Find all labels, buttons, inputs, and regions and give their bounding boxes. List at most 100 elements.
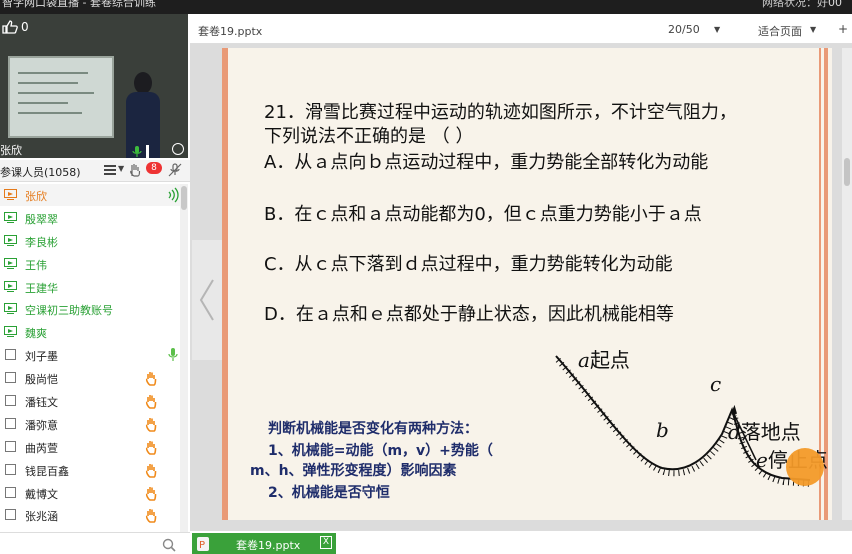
more-icon[interactable]: +: [838, 22, 848, 36]
raised-hand-icon[interactable]: [144, 416, 158, 432]
label-b: b: [656, 418, 669, 442]
member-row[interactable]: 李良彬: [0, 230, 186, 253]
option-c: C．从ｃ点下落到ｄ点过程中，重力势能转化为动能: [264, 254, 673, 275]
method-item-1-cont: m、h、弹性形变程度）影响因素: [250, 463, 457, 479]
video-whiteboard: [8, 56, 114, 138]
method-item-2: 2、机械能是否守恒: [268, 485, 390, 501]
mute-all-icon[interactable]: [168, 163, 182, 177]
video-options-icon[interactable]: [172, 143, 184, 155]
member-name: 刘子墨: [25, 350, 58, 364]
raised-hand-icon[interactable]: [144, 507, 158, 524]
student-icon: [4, 509, 17, 521]
ppt-file-icon: P: [196, 536, 210, 552]
member-list-scrollbar[interactable]: [180, 184, 188, 540]
member-name: 潘弥意: [25, 418, 58, 432]
zoom-chevron-down-icon[interactable]: ▼: [810, 25, 816, 34]
member-search-bar[interactable]: [0, 532, 190, 554]
member-row[interactable]: 钱昆百鑫: [0, 459, 186, 482]
assistant-icon: [4, 234, 17, 246]
video-feed[interactable]: 0 张欣: [0, 14, 188, 158]
teacher-icon: [4, 189, 17, 200]
member-row[interactable]: 王建华: [0, 276, 186, 299]
raised-hand-icon[interactable]: [144, 393, 158, 409]
member-name: 李良彬: [25, 235, 58, 249]
hand-raise-badge: 8: [146, 162, 162, 174]
members-header: 参课人员(1058) ▼ 8: [0, 160, 190, 182]
member-name: 戴博文: [25, 487, 58, 501]
member-row[interactable]: 张欣: [0, 184, 186, 207]
assistant-icon: [4, 257, 17, 269]
close-tab-button[interactable]: X: [320, 536, 332, 549]
raised-hand-icon[interactable]: [144, 439, 158, 455]
member-row[interactable]: 殷尚恺: [0, 367, 186, 391]
page-chevron-down-icon[interactable]: ▼: [714, 25, 720, 34]
member-name: 殷翠翠: [25, 212, 58, 226]
member-name: 空课初三助教账号: [25, 304, 113, 318]
member-row[interactable]: 潘钰文: [0, 390, 186, 413]
document-tab-bar: P 套卷19.pptx X: [190, 530, 852, 554]
member-name: 魏爽: [25, 327, 47, 341]
members-count-label: 参课人员(1058): [0, 166, 81, 179]
question-stem: 21．滑雪比赛过程中运动的轨迹如图所示，不计空气阻力，: [264, 102, 737, 123]
page-indicator[interactable]: 20/50: [668, 23, 700, 36]
like-button[interactable]: 0: [2, 20, 29, 34]
method-title: 判断机械能是否变化有两种方法：: [268, 421, 478, 437]
raised-hand-icon[interactable]: [144, 462, 158, 478]
document-title: 套卷19.pptx: [198, 25, 263, 38]
previous-page-button[interactable]: [192, 240, 222, 360]
label-a: a起点: [578, 348, 630, 372]
member-row[interactable]: 戴博文: [0, 482, 186, 505]
student-icon: [4, 395, 17, 407]
list-menu-icon[interactable]: [104, 165, 116, 175]
document-tab-label: 套卷19.pptx: [236, 539, 301, 552]
member-row[interactable]: 曲芮萱: [0, 436, 186, 459]
member-row[interactable]: 魏爽: [0, 321, 186, 345]
raise-hand-icon[interactable]: [128, 163, 142, 177]
assistant-icon: [4, 303, 17, 315]
chevron-down-icon[interactable]: ▼: [118, 164, 124, 173]
student-icon: [4, 463, 17, 475]
assistant-icon: [4, 326, 17, 338]
raised-hand-icon[interactable]: [144, 370, 158, 386]
mic-icon[interactable]: [132, 143, 142, 157]
presenter-name: 张欣: [0, 144, 22, 157]
svg-text:P: P: [199, 540, 205, 551]
video-controls: [132, 143, 184, 158]
chevron-left-icon: [199, 279, 214, 321]
title-counter: 00: [828, 0, 842, 9]
member-list: 张欣殷翠翠李良彬王伟王建华空课初三助教账号 魏爽刘子墨殷尚恺潘钰文潘弥意曲芮萱钱昆…: [0, 184, 186, 540]
question-stem-line2: 下列说法不正确的是 （ ）: [264, 126, 474, 147]
title-bar: 智学网口袋直播 - 套卷综合训练 网络状况：好 00: [0, 0, 852, 14]
member-name: 张欣: [25, 190, 47, 203]
member-row[interactable]: 潘弥意: [0, 413, 186, 436]
viewer-toolbar: 套卷19.pptx 20/50 ▼ 适合页面 ▼ +: [190, 14, 852, 44]
member-name: 曲芮萱: [25, 441, 58, 455]
member-name: 王建华: [25, 281, 58, 295]
like-count: 0: [21, 20, 29, 34]
app-window: 智学网口袋直播 - 套卷综合训练 网络状况：好 00 0 张欣 参课人员(105…: [0, 0, 852, 554]
member-row[interactable]: 空课初三助教账号: [0, 298, 186, 322]
member-name: 殷尚恺: [25, 373, 58, 387]
assistant-icon: [4, 280, 17, 292]
window-title: 智学网口袋直播 - 套卷综合训练: [2, 0, 156, 9]
member-row[interactable]: 刘子墨: [0, 344, 186, 368]
student-icon: [4, 372, 17, 384]
student-icon: [4, 417, 17, 429]
method-item-1: 1、机械能=动能（m，v）+势能（: [268, 443, 493, 459]
volume-bars-icon: [146, 145, 168, 158]
search-icon[interactable]: [162, 537, 176, 552]
option-d: D．在ａ点和ｅ点都处于静止状态，因此机械能相等: [264, 304, 674, 325]
slide-scrollbar[interactable]: [842, 48, 852, 520]
raised-hand-icon[interactable]: [144, 485, 158, 501]
member-row[interactable]: 殷翠翠: [0, 207, 186, 230]
student-icon: [4, 349, 17, 361]
document-tab[interactable]: P 套卷19.pptx X: [192, 533, 336, 554]
member-name: 钱昆百鑫: [25, 464, 69, 478]
member-row[interactable]: 张兆涵: [0, 504, 186, 528]
zoom-select[interactable]: 适合页面: [758, 23, 802, 39]
member-row[interactable]: 王伟: [0, 253, 186, 276]
label-c: c: [710, 372, 722, 396]
student-icon: [4, 440, 17, 452]
member-name: 张兆涵: [25, 510, 58, 524]
mic-icon[interactable]: [166, 347, 180, 363]
